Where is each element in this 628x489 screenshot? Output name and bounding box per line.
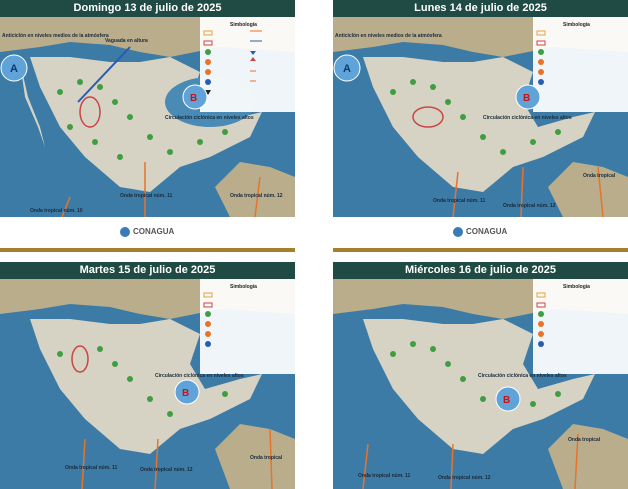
cyclonic-label: Circulación ciclónica en niveles altos [483, 115, 572, 121]
legend-title: Simbología [230, 22, 257, 28]
svg-text:B: B [182, 388, 189, 399]
panel-title: Domingo 13 de julio de 2025 [0, 0, 295, 17]
anticyclone-label: Anticiclón en niveles medios de la atmós… [2, 33, 109, 39]
wave-label-11: Onda tropical núm. 11 [120, 193, 172, 199]
trough-label: Vaguada en altura [105, 38, 148, 44]
panel-title: Lunes 14 de julio de 2025 [333, 0, 628, 17]
conagua-logo: CONAGUA [120, 227, 174, 237]
legend-title: Simbología [230, 284, 257, 290]
wave-label-12: Onda tropical núm. 12 [140, 467, 193, 473]
wave-label-12: Onda tropical núm. 12 [503, 203, 556, 209]
svg-text:B: B [190, 93, 197, 104]
wave-label-12: Onda tropical núm. 12 [230, 193, 283, 199]
conagua-logo: CONAGUA [453, 227, 507, 237]
forecast-panel-tuesday: Martes 15 de julio de 2025 Simbología B … [0, 262, 295, 489]
cyclonic-label: Circulación ciclónica en niveles altos [155, 373, 244, 379]
wave-label-11: Onda tropical núm. 11 [358, 473, 410, 479]
cyclonic-label: Circulación ciclónica en niveles altos [165, 115, 254, 121]
legend-title: Simbología [563, 22, 590, 28]
weather-map: Simbología A Anticiclón en niveles medio… [333, 17, 628, 217]
weather-map: Simbología B Circulación ciclónica en ni… [0, 279, 295, 489]
wave-label-10: Onda tropical núm. 10 [30, 208, 83, 214]
wave-label: Onda tropical [583, 173, 616, 179]
legend-title: Simbología [563, 284, 590, 290]
wave-label-11: Onda tropical núm. 11 [65, 465, 117, 471]
svg-text:A: A [10, 63, 18, 75]
forecast-panel-sunday: Domingo 13 de julio de 2025 Simbología A… [0, 0, 295, 252]
svg-text:A: A [343, 63, 351, 75]
weather-map: Simbología B Circulación ciclónica en ni… [333, 279, 628, 489]
svg-text:B: B [503, 395, 510, 406]
anticyclone-label: Anticiclón en niveles medios de la atmós… [335, 33, 442, 39]
svg-text:B: B [523, 93, 530, 104]
wave-label: Onda tropical [250, 455, 283, 461]
wave-label: Onda tropical [568, 437, 601, 443]
weather-map: Simbología A Anticiclón en niveles medio… [0, 17, 295, 217]
forecast-panel-monday: Lunes 14 de julio de 2025 Simbología A A… [333, 0, 628, 252]
cyclonic-label: Circulación ciclónica en niveles altos [478, 373, 567, 379]
wave-label-11: Onda tropical núm. 11 [433, 198, 485, 204]
wave-label-12: Onda tropical núm. 12 [438, 475, 491, 481]
panel-title: Miércoles 16 de julio de 2025 [333, 262, 628, 279]
forecast-panel-wednesday: Miércoles 16 de julio de 2025 Simbología… [333, 262, 628, 489]
panel-title: Martes 15 de julio de 2025 [0, 262, 295, 279]
panel-footer: CONAGUA [333, 217, 628, 252]
panel-footer: CONAGUA [0, 217, 295, 252]
